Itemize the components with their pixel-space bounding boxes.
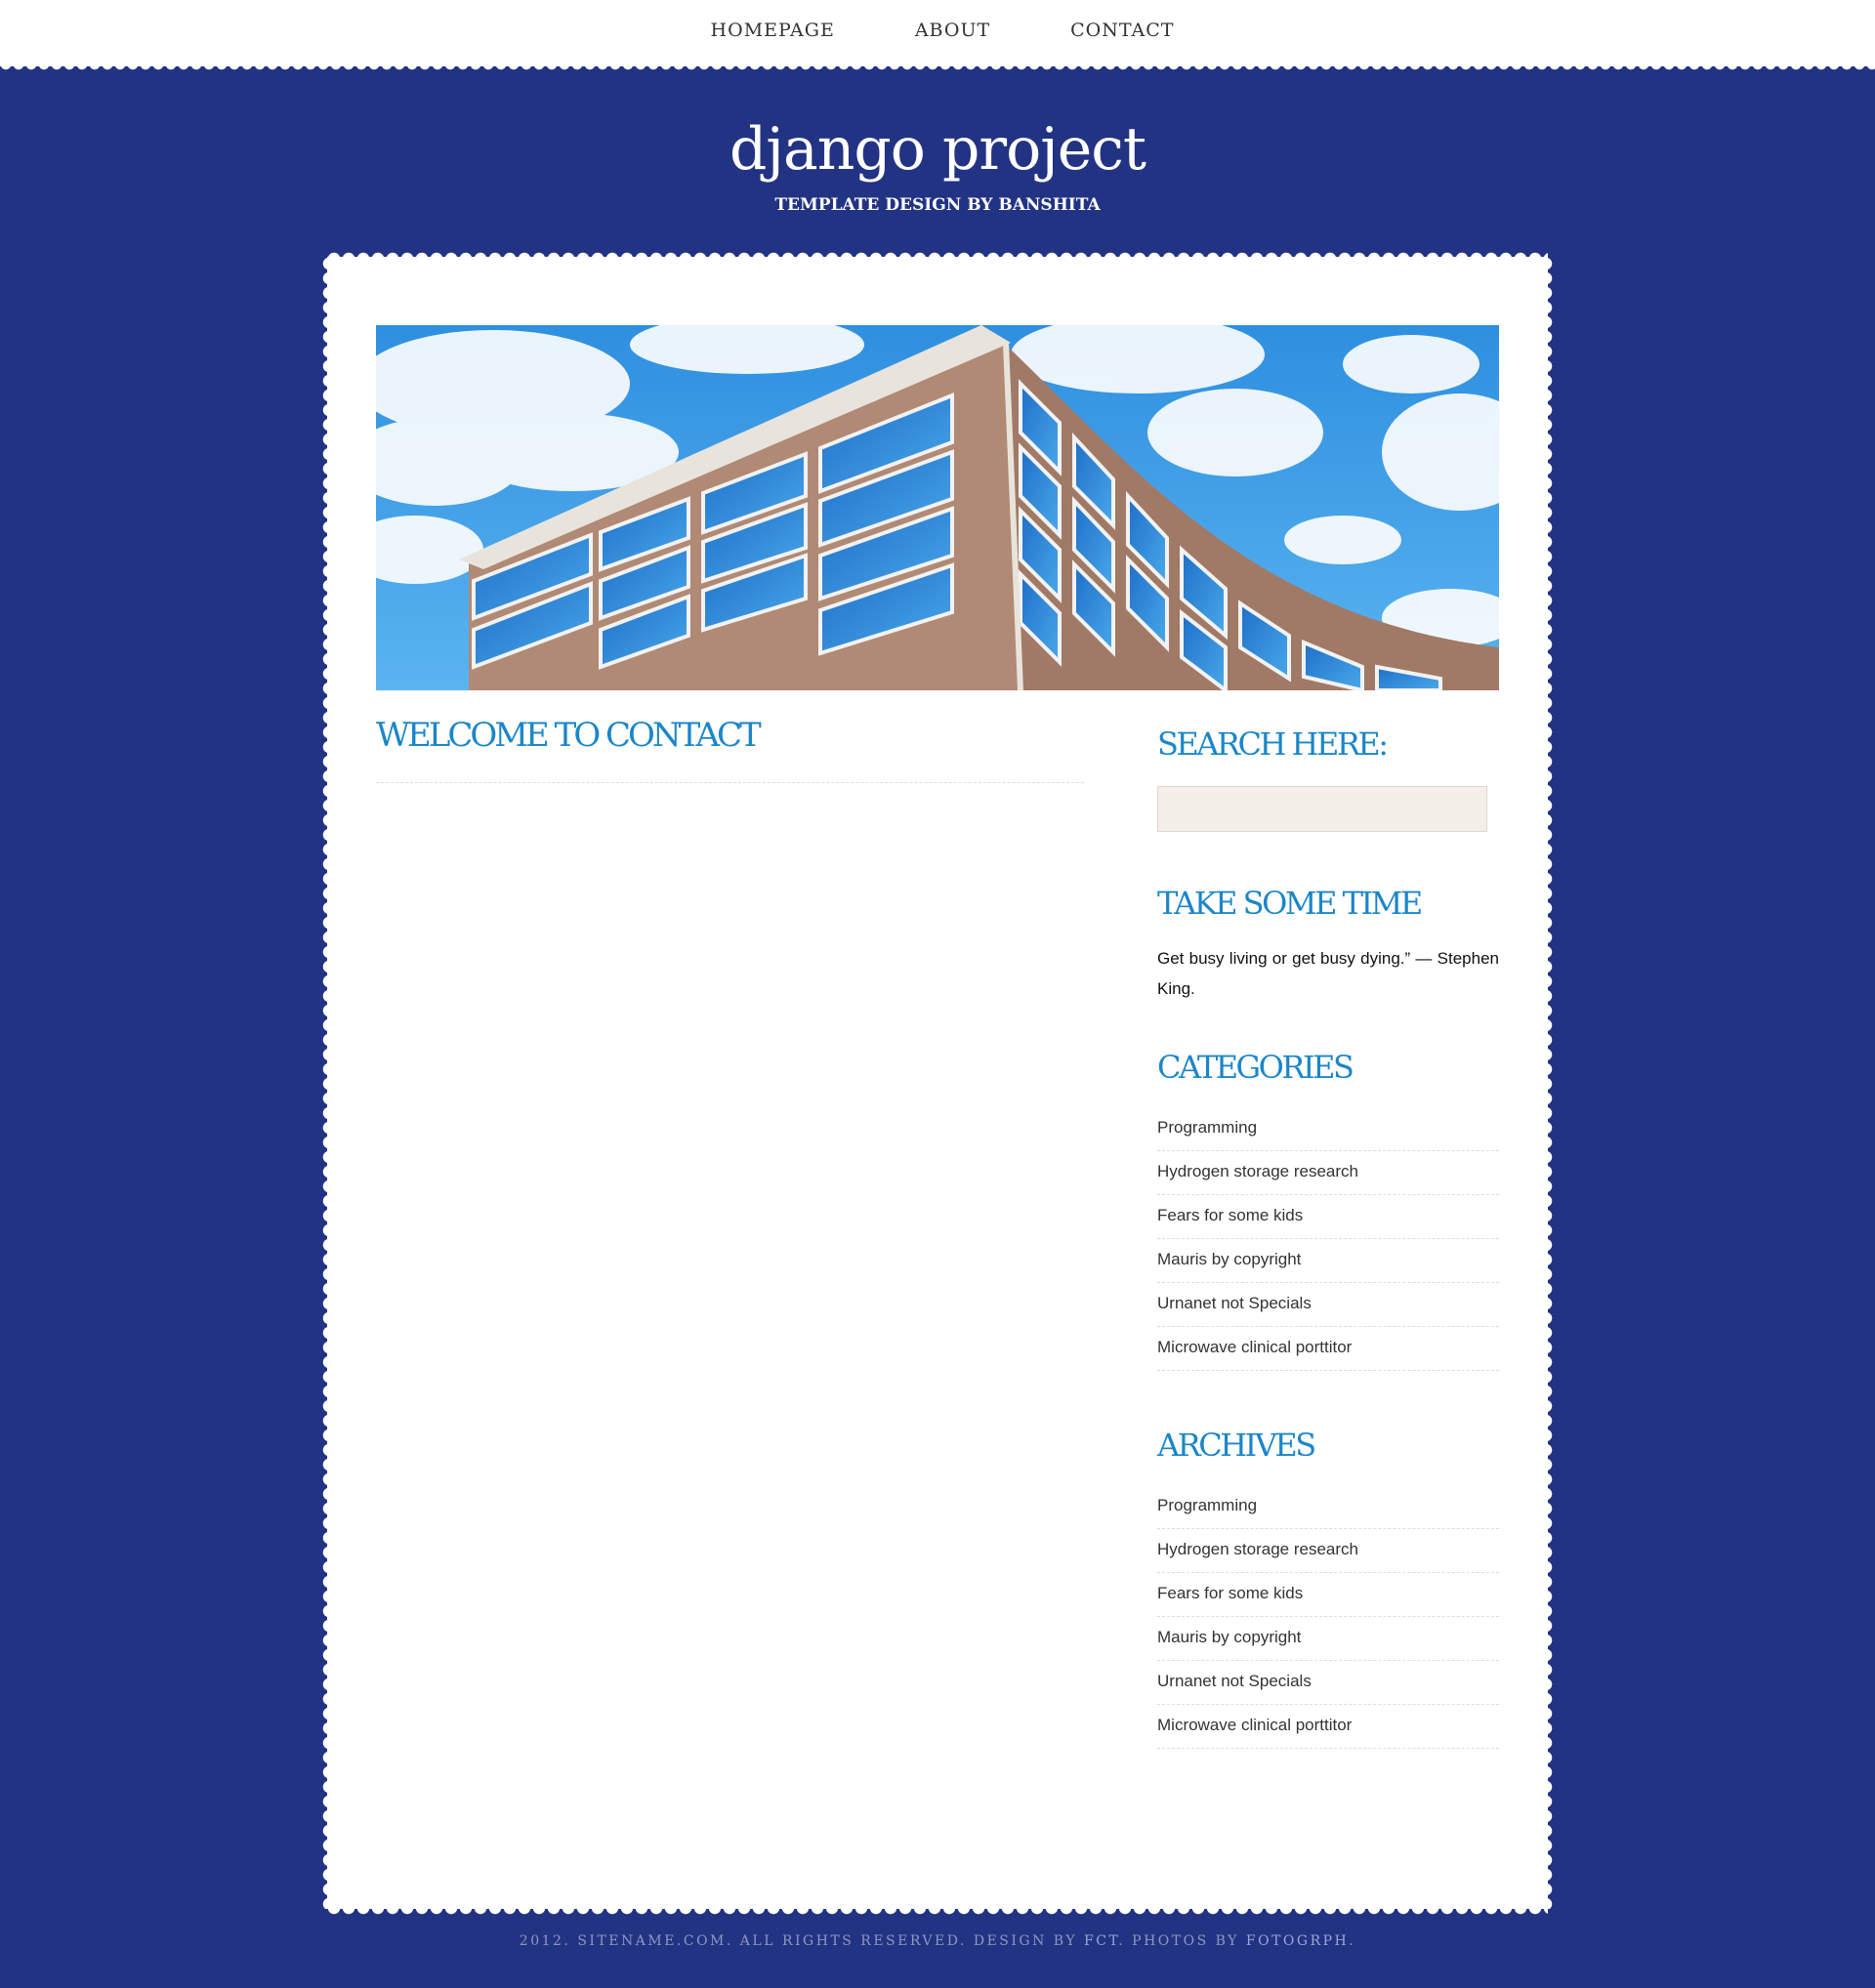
footer-photos-link[interactable]: FOTOGRPH <box>1246 1933 1349 1949</box>
nav-menu: HOMEPAGE ABOUT CONTACT <box>0 20 1875 41</box>
footer-design-link[interactable]: FCT <box>1084 1933 1118 1949</box>
top-navigation-bar: HOMEPAGE ABOUT CONTACT <box>0 0 1875 74</box>
archive-link[interactable]: Fears for some kids <box>1157 1574 1499 1617</box>
search-input[interactable] <box>1157 786 1487 832</box>
footer: 2012. SITENAME.COM. ALL RIGHTS RESERVED.… <box>0 1933 1875 1949</box>
archives-heading: ARCHIVES <box>1157 1427 1316 1464</box>
category-link[interactable]: Microwave clinical porttitor <box>1157 1328 1499 1371</box>
archive-link[interactable]: Microwave clinical porttitor <box>1157 1706 1499 1749</box>
site-tagline: TEMPLATE DESIGN BY BANSHITA <box>774 195 1101 215</box>
category-link[interactable]: Programming <box>1157 1108 1499 1151</box>
site-title[interactable]: django project <box>0 115 1875 184</box>
card-perforation-left <box>321 257 329 1909</box>
header-banner-image <box>376 325 1499 690</box>
card-perforation-right <box>1546 257 1554 1909</box>
category-link[interactable]: Mauris by copyright <box>1157 1240 1499 1283</box>
archive-link[interactable]: Urnanet not Specials <box>1157 1662 1499 1705</box>
footer-text-suffix: . <box>1349 1933 1356 1949</box>
nav-item-contact[interactable]: CONTACT <box>1070 20 1174 41</box>
card-perforation-top <box>327 251 1548 259</box>
categories-heading: CATEGORIES <box>1157 1049 1354 1086</box>
footer-text-middle: . PHOTOS BY <box>1118 1933 1246 1949</box>
archive-link[interactable]: Programming <box>1157 1486 1499 1529</box>
quote-heading: TAKE SOME TIME <box>1157 885 1423 922</box>
category-link[interactable]: Urnanet not Specials <box>1157 1284 1499 1327</box>
quote-text: Get busy living or get busy dying.” — St… <box>1157 949 1499 998</box>
search-heading: SEARCH HERE: <box>1157 725 1389 763</box>
category-link[interactable]: Fears for some kids <box>1157 1196 1499 1239</box>
card-perforation-bottom <box>327 1908 1548 1916</box>
nav-item-about[interactable]: ABOUT <box>915 20 990 41</box>
archive-link[interactable]: Mauris by copyright <box>1157 1618 1499 1661</box>
category-link[interactable]: Hydrogen storage research <box>1157 1152 1499 1195</box>
archive-link[interactable]: Hydrogen storage research <box>1157 1530 1499 1573</box>
footer-text: 2012. SITENAME.COM. ALL RIGHTS RESERVED.… <box>519 1933 1085 1949</box>
archives-list: Programming Hydrogen storage research Fe… <box>1157 1486 1499 1749</box>
categories-list: Programming Hydrogen storage research Fe… <box>1157 1108 1499 1371</box>
page-title: WELCOME TO CONTACT <box>376 716 1084 783</box>
nav-item-homepage[interactable]: HOMEPAGE <box>711 20 835 41</box>
